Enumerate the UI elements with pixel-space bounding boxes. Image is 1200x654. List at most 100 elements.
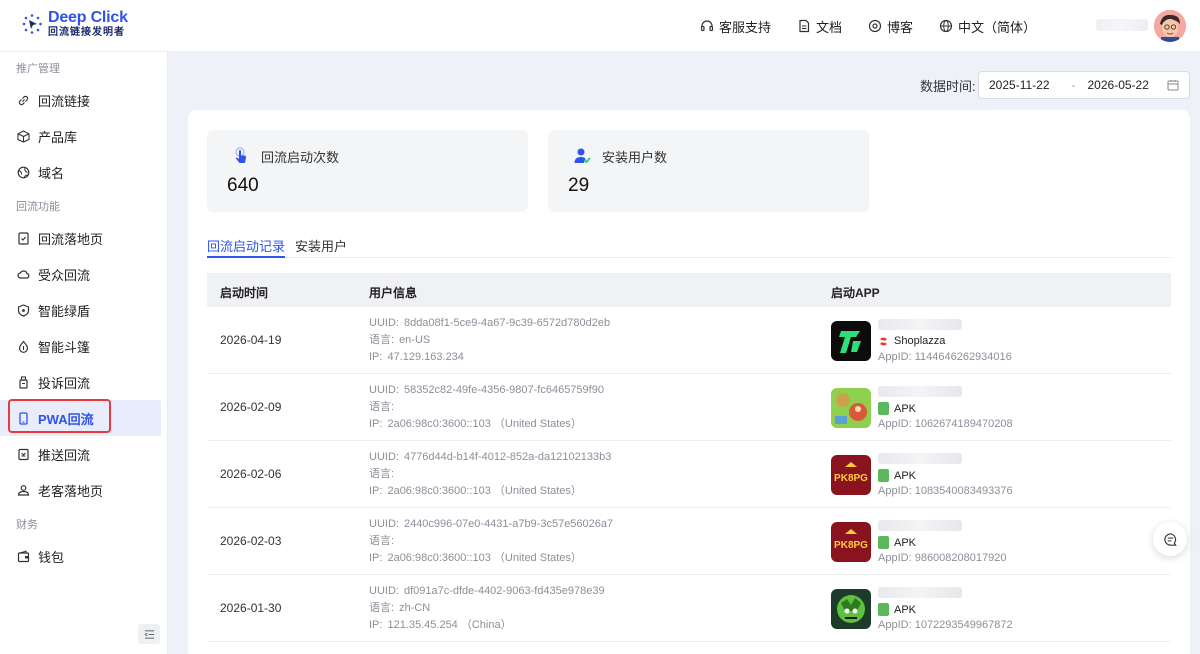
tab-installed-users[interactable]: 安装用户 xyxy=(295,236,347,258)
sidebar-item-complaint[interactable]: 投诉回流 xyxy=(0,364,161,400)
uuid-label: UUID: xyxy=(369,384,399,396)
main-card: 回流启动次数 640 安装用户数 29 回流启动记录 安装用户 启动时间 用户信… xyxy=(188,110,1190,654)
tab-launch-records[interactable]: 回流启动记录 xyxy=(207,236,286,258)
drop-icon xyxy=(18,340,29,353)
ip-label: IP: xyxy=(369,485,383,497)
table-row: 2026-01-30 UUID: df091a7c-dfde-4402-9063-… xyxy=(207,575,1171,642)
app-name-redacted xyxy=(878,453,962,464)
avatar[interactable] xyxy=(1154,10,1186,42)
shoplazza-icon xyxy=(880,337,887,345)
launch-date: 2026-02-09 xyxy=(220,400,282,414)
app-name-redacted xyxy=(878,386,962,397)
app-id: AppID: 986008208017920 xyxy=(878,552,1006,564)
ip-value: 47.129.163.234 xyxy=(387,351,464,363)
blog-icon xyxy=(868,19,882,33)
appid-value: 1062674189470208 xyxy=(914,418,1013,430)
svg-text:PK8PG: PK8PG xyxy=(834,473,868,484)
lang-value: en-US xyxy=(399,334,431,346)
uuid-label: UUID: xyxy=(369,317,399,329)
date-start[interactable]: 2025-11-22 xyxy=(989,78,1050,92)
sidebar-item-domains[interactable]: 域名 xyxy=(0,154,161,190)
apk-icon xyxy=(878,402,889,415)
apk-icon xyxy=(878,469,889,482)
appid-label: AppID: xyxy=(878,418,912,430)
sidebar-item-green-shield[interactable]: 智能绿盾 xyxy=(0,292,161,328)
stat-install-users: 安装用户数 29 xyxy=(548,130,869,212)
menu-fold-icon xyxy=(144,629,154,639)
logo-title: Deep Click xyxy=(48,9,128,26)
app-type: APK xyxy=(878,402,916,415)
sidebar-item-label: 智能斗篷 xyxy=(38,339,91,355)
date-range-picker[interactable]: 2025-11-22 - 2026-05-22 xyxy=(978,71,1190,99)
username-redacted xyxy=(1096,19,1148,31)
launch-date: 2026-01-30 xyxy=(220,601,282,615)
appid-value: 986008208017920 xyxy=(914,552,1007,564)
launch-date: 2026-04-19 xyxy=(220,333,282,347)
game-app-icon xyxy=(831,388,871,428)
uuid-value: 58352c82-49fe-4356-9807-fc6465759f90 xyxy=(403,384,604,396)
column-header-launch-time: 启动时间 xyxy=(220,286,269,300)
launch-date: 2026-02-03 xyxy=(220,534,282,548)
table-row: 2026-04-19 UUID: 8dda08f1-5ce9-4a67-9c39-… xyxy=(207,307,1171,374)
logo[interactable]: Deep Click 回流链接发明者 xyxy=(20,10,128,38)
feedback-float-button[interactable] xyxy=(1153,522,1187,556)
blog-link[interactable]: 博客 xyxy=(868,17,913,36)
sidebar-item-pwa[interactable]: PWA回流 xyxy=(0,399,161,436)
language-select[interactable]: 中文（简体） xyxy=(939,17,1036,36)
user-info: UUID: 2440c996-07e0-4431-a7b9-3c57e56026a… xyxy=(369,516,613,567)
pk8pg-app-icon: PK8PG xyxy=(831,522,871,562)
logo-subtitle: 回流链接发明者 xyxy=(48,27,125,38)
app-name-redacted xyxy=(878,587,962,598)
lang-label: 语言: xyxy=(369,468,395,480)
stat-value: 29 xyxy=(568,175,590,196)
sidebar-item-label: 老客落地页 xyxy=(38,483,104,499)
cube-icon xyxy=(17,129,30,143)
apk-icon xyxy=(878,536,889,549)
sidebar-item-audience[interactable]: 受众回流 xyxy=(0,256,161,292)
column-header-user-info: 用户信息 xyxy=(369,286,418,300)
app-type: APK xyxy=(878,603,916,616)
app-name-redacted xyxy=(878,520,962,531)
date-end[interactable]: 2026-05-22 xyxy=(1088,78,1149,92)
sidebar-item-label: 回流链接 xyxy=(38,93,91,109)
user-info: UUID: df091a7c-dfde-4402-9063-fd435e978e3… xyxy=(369,583,605,634)
pk8pg-app-icon: PK8PG xyxy=(831,455,871,495)
ip-label: IP: xyxy=(369,351,383,363)
sidebar-item-backflow-links[interactable]: 回流链接 xyxy=(0,82,161,118)
sidebar-item-label: 域名 xyxy=(38,165,65,181)
stat-label: 回流启动次数 xyxy=(261,149,340,165)
tabs: 回流启动记录 安装用户 xyxy=(207,236,1171,258)
apk-icon xyxy=(878,603,889,616)
sidebar-item-cloak[interactable]: 智能斗篷 xyxy=(0,328,161,364)
uuid-label: UUID: xyxy=(369,585,399,597)
app-name-redacted xyxy=(878,319,962,330)
sidebar-item-label: 受众回流 xyxy=(38,267,91,283)
sidebar-item-returning-landing[interactable]: 老客落地页 xyxy=(0,472,161,508)
sidebar-item-products[interactable]: 产品库 xyxy=(0,118,161,154)
sidebar-group-finance: 财务 xyxy=(16,519,38,531)
svg-text:PK8PG: PK8PG xyxy=(834,540,868,551)
sidebar-item-landing-page[interactable]: 回流落地页 xyxy=(0,220,161,256)
table-row: 2026-02-09 UUID: 58352c82-49fe-4356-9807-… xyxy=(207,374,1171,441)
uuid-label: UUID: xyxy=(369,518,399,530)
docs-link[interactable]: 文档 xyxy=(797,17,842,36)
sidebar-item-push[interactable]: 推送回流 xyxy=(0,436,161,472)
bottle-icon xyxy=(19,375,28,389)
blog-label: 博客 xyxy=(887,19,914,35)
sidebar-item-label: 智能绿盾 xyxy=(38,303,91,319)
support-link[interactable]: 客服支持 xyxy=(700,17,771,36)
app-id: AppID: 1072293549967872 xyxy=(878,619,1013,631)
user-info: UUID: 8dda08f1-5ce9-4a67-9c39-6572d780d2e… xyxy=(369,315,610,366)
sidebar-item-wallet[interactable]: 钱包 xyxy=(0,538,161,574)
uuid-label: UUID: xyxy=(369,451,399,463)
sidebar-group-promotion: 推广管理 xyxy=(16,63,60,75)
sidebar-collapse-button[interactable] xyxy=(138,624,160,644)
appid-label: AppID: xyxy=(878,351,912,363)
app-type-label: APK xyxy=(894,469,917,482)
uuid-value: 8dda08f1-5ce9-4a67-9c39-6572d780d2eb xyxy=(403,317,611,329)
docs-label: 文档 xyxy=(816,19,843,35)
appid-value: 1083540083493376 xyxy=(914,485,1013,497)
sidebar-item-label: 回流落地页 xyxy=(38,231,104,247)
ip-label: IP: xyxy=(369,552,383,564)
uuid-value: 2440c996-07e0-4431-a7b9-3c57e56026a7 xyxy=(403,518,614,530)
